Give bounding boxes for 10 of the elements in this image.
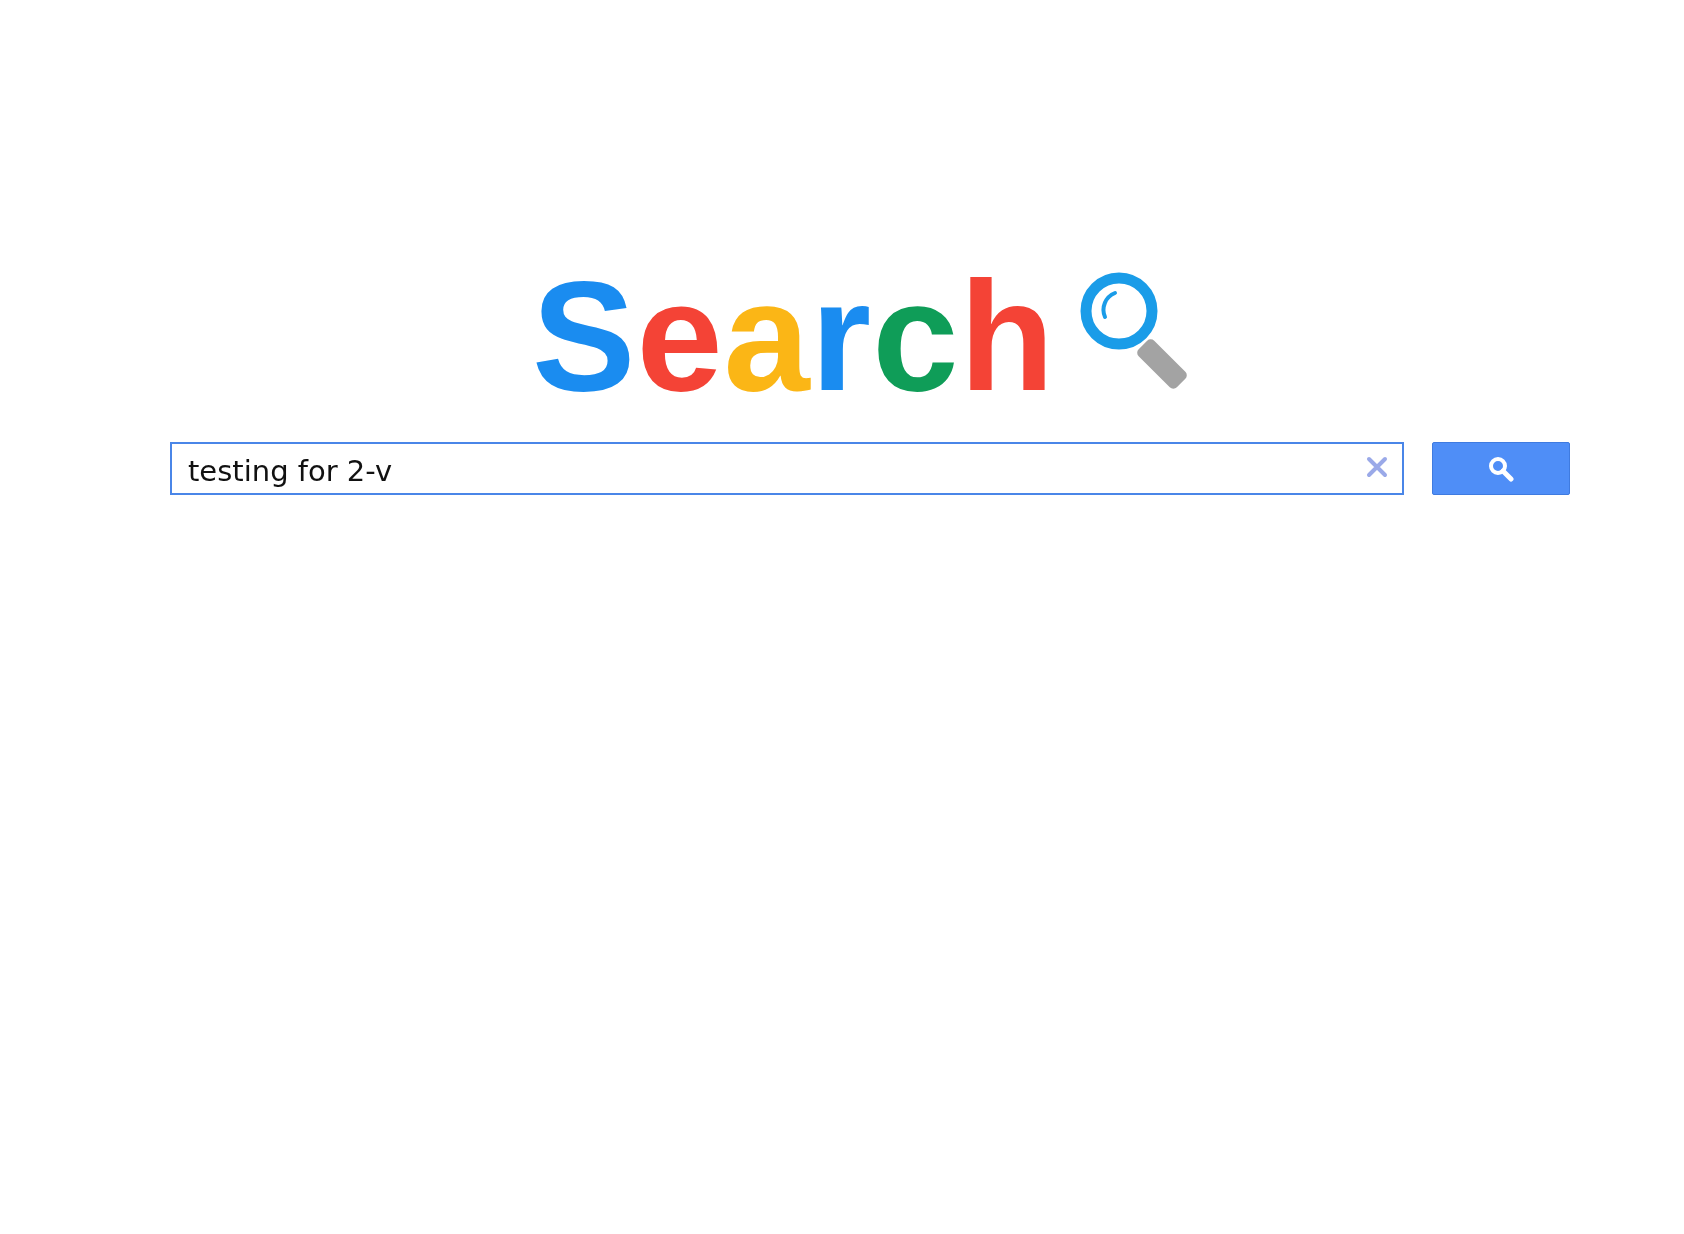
- logo-letter: e: [636, 250, 724, 423]
- logo-letter: r: [810, 250, 873, 423]
- logo-letter: h: [959, 250, 1056, 423]
- logo-letter: a: [723, 250, 811, 423]
- search-icon: [1488, 455, 1514, 482]
- search-button[interactable]: [1432, 442, 1570, 495]
- logo-letter: c: [872, 250, 960, 423]
- logo-letter: S: [532, 250, 637, 423]
- clear-icon[interactable]: [1364, 454, 1390, 480]
- search-field[interactable]: testing for 2-v: [170, 442, 1404, 495]
